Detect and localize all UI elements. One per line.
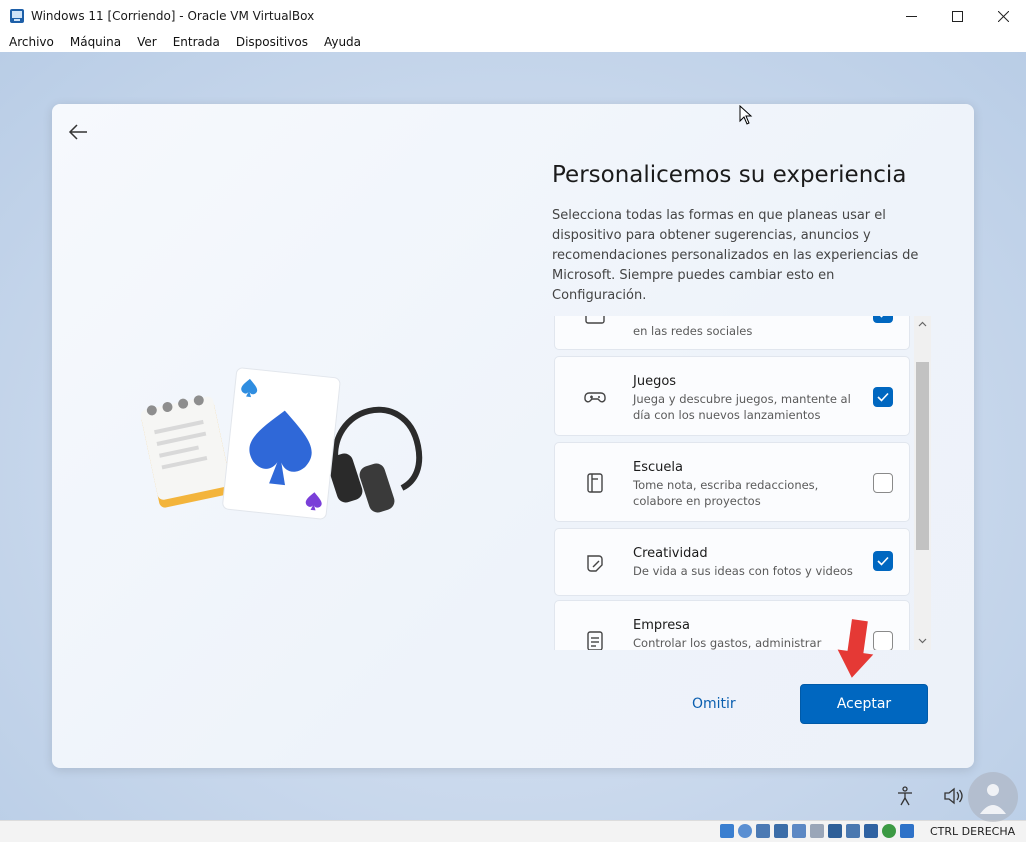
- menu-dispositivos[interactable]: Dispositivos: [228, 35, 316, 49]
- option-title: Escuela: [633, 460, 683, 475]
- option-card-school[interactable]: Escuela Tome nota, escriba redacciones, …: [554, 442, 910, 522]
- pen-paper-icon: [587, 555, 603, 572]
- keyboard-icon[interactable]: [900, 824, 914, 838]
- menu-maquina[interactable]: Máquina: [62, 35, 129, 49]
- menu-entrada[interactable]: Entrada: [165, 35, 228, 49]
- usage-options-list: en las redes sociales Juegos Juega y des…: [554, 316, 932, 650]
- minimize-icon: [905, 15, 917, 17]
- mouse-cursor-icon: [739, 105, 753, 125]
- red-arrow-annotation: [837, 619, 874, 678]
- vm-display[interactable]: Personalicemos su experiencia Selecciona…: [0, 52, 1026, 820]
- option-checkbox[interactable]: [873, 316, 893, 323]
- window-controls: [888, 0, 1026, 32]
- page-title: Personalicemos su experiencia: [552, 162, 907, 188]
- optical-drive-icon[interactable]: [738, 824, 752, 838]
- notebook-icon: [587, 473, 603, 493]
- menu-ayuda[interactable]: Ayuda: [316, 35, 369, 49]
- social-icon: [585, 316, 605, 324]
- virtualbox-icon: [10, 9, 24, 23]
- network-icon[interactable]: [774, 824, 788, 838]
- maximize-button[interactable]: [934, 0, 980, 32]
- watermark-logo: [968, 772, 1018, 822]
- check-icon: [879, 316, 884, 318]
- option-title: Creatividad: [633, 546, 708, 561]
- back-arrow-icon[interactable]: [66, 120, 90, 144]
- menu-bar: Archivo Máquina Ver Entrada Dispositivos…: [0, 32, 1026, 52]
- oobe-dialog: Personalicemos su experiencia Selecciona…: [52, 104, 974, 768]
- accept-button[interactable]: Aceptar: [800, 684, 928, 724]
- mouse-integration-icon[interactable]: [882, 824, 896, 838]
- option-card-social[interactable]: en las redes sociales: [554, 316, 910, 350]
- close-icon: [997, 10, 1009, 22]
- minimize-button[interactable]: [888, 0, 934, 32]
- close-button[interactable]: [980, 0, 1026, 32]
- scroll-up-icon[interactable]: [918, 320, 927, 329]
- option-card-games[interactable]: Juegos Juega y descubre juegos, mantente…: [554, 356, 910, 436]
- option-title: Empresa: [633, 618, 690, 633]
- hard-disk-icon[interactable]: [720, 824, 734, 838]
- display-icon[interactable]: [828, 824, 842, 838]
- scroll-down-icon[interactable]: [918, 636, 927, 645]
- status-icons: [720, 824, 914, 838]
- option-checkbox[interactable]: [873, 631, 893, 650]
- options-scrollbar[interactable]: [914, 316, 931, 650]
- option-subtitle: De vida a sus ideas con fotos y videos: [633, 564, 853, 578]
- option-checkbox[interactable]: [873, 387, 893, 407]
- scroll-thumb[interactable]: [916, 362, 929, 550]
- personalize-illustration: [140, 367, 423, 520]
- option-subtitle: Tome nota, escriba redacciones, colabore…: [633, 478, 819, 508]
- maximize-icon: [951, 10, 963, 22]
- shared-folder-icon[interactable]: [810, 824, 824, 838]
- status-bar: CTRL DERECHA: [0, 820, 1026, 842]
- gamepad-icon: [584, 392, 606, 403]
- menu-archivo[interactable]: Archivo: [0, 35, 62, 49]
- accessibility-icon[interactable]: [894, 785, 916, 807]
- usb-icon[interactable]: [792, 824, 806, 838]
- check-icon: [877, 392, 889, 402]
- recording-icon[interactable]: [846, 824, 860, 838]
- option-subtitle: Controlar los gastos, administrar: [633, 636, 822, 650]
- page-description: Selecciona todas las formas en que plane…: [552, 208, 919, 303]
- audio-icon[interactable]: [756, 824, 770, 838]
- window-title: Windows 11 [Corriendo] - Oracle VM Virtu…: [31, 9, 315, 23]
- cpu-icon[interactable]: [864, 824, 878, 838]
- option-subtitle: en las redes sociales: [633, 324, 753, 338]
- option-checkbox[interactable]: [873, 473, 893, 493]
- option-checkbox[interactable]: [873, 551, 893, 571]
- skip-button[interactable]: Omitir: [692, 696, 736, 712]
- option-card-creativity[interactable]: Creatividad De vida a sus ideas con foto…: [554, 528, 910, 596]
- option-title: Juegos: [633, 374, 677, 389]
- option-subtitle: Juega y descubre juegos, mantente al día…: [633, 392, 851, 422]
- document-icon: [587, 631, 603, 650]
- title-bar: Windows 11 [Corriendo] - Oracle VM Virtu…: [0, 0, 1026, 32]
- menu-ver[interactable]: Ver: [129, 35, 165, 49]
- host-key-label: CTRL DERECHA: [930, 825, 1016, 838]
- volume-icon[interactable]: [942, 785, 964, 807]
- check-icon: [877, 556, 889, 566]
